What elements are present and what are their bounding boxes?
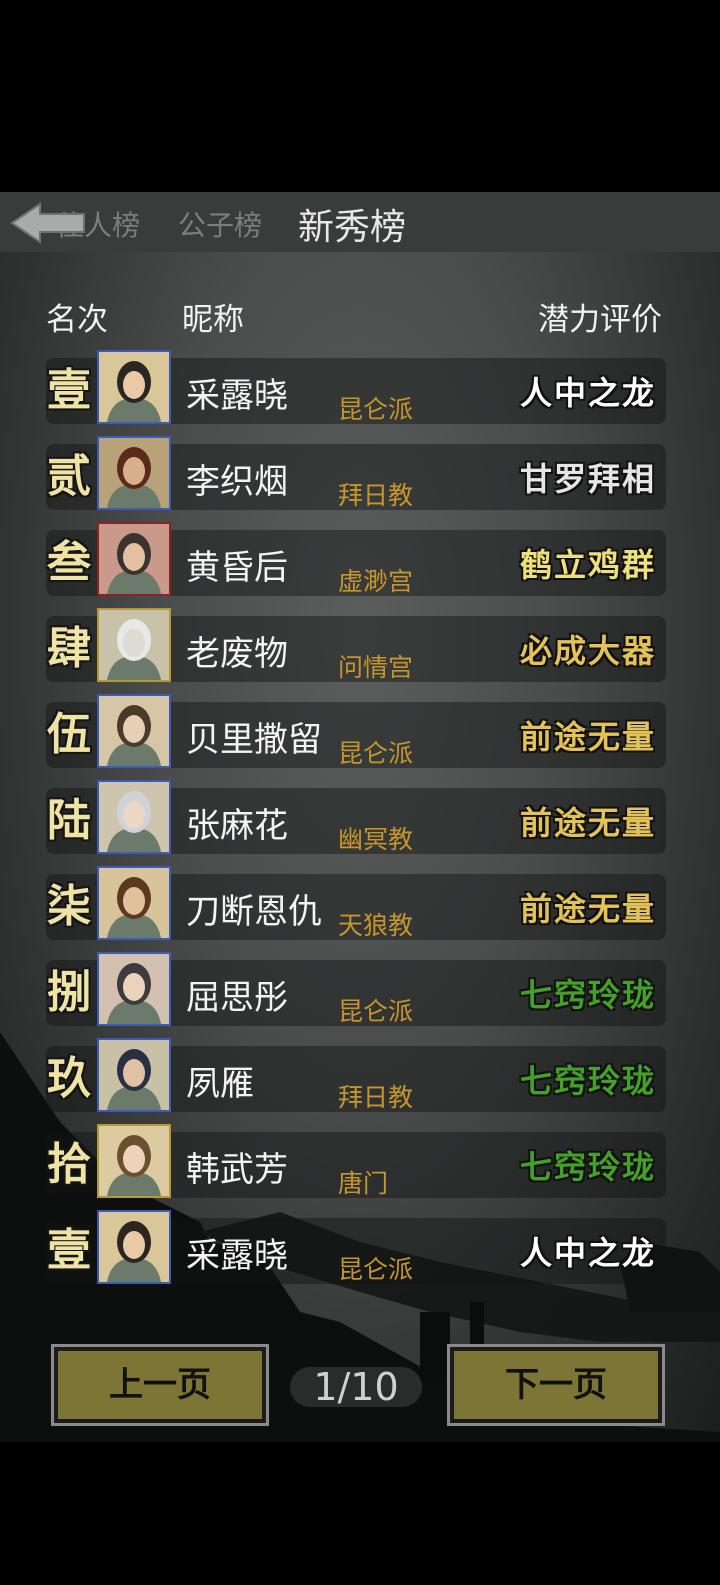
potential-rating: 前途无量	[519, 890, 656, 928]
potential-rating: 甘罗拜相	[519, 460, 656, 498]
character-portrait-icon[interactable]	[97, 350, 171, 424]
ranking-row[interactable]: 陆 张麻花 幽冥教 前途无量	[46, 780, 666, 854]
column-header-nickname: 昵称	[182, 302, 244, 338]
sect-label: 拜日教	[338, 1083, 414, 1112]
character-portrait-icon[interactable]	[97, 780, 171, 854]
ranking-row[interactable]: 拾 韩武芳 唐门 七窍玲珑	[46, 1124, 666, 1198]
rank-numeral: 肆	[47, 623, 91, 674]
column-header-rank: 名次	[46, 302, 108, 338]
rank-numeral: 壹	[47, 365, 91, 416]
player-name: 屈思彤	[186, 978, 288, 1018]
potential-rating: 七窍玲珑	[519, 976, 656, 1014]
potential-rating: 人中之龙	[519, 1234, 656, 1272]
character-portrait-icon[interactable]	[97, 522, 171, 596]
player-name: 黄昏后	[186, 548, 288, 588]
rank-numeral: 陆	[47, 795, 91, 846]
character-portrait-icon[interactable]	[97, 608, 171, 682]
character-portrait-icon[interactable]	[97, 952, 171, 1026]
column-header-potential: 潜力评价	[538, 302, 662, 338]
sect-label: 拜日教	[338, 481, 414, 510]
ranking-row[interactable]: 捌 屈思彤 昆仑派 七窍玲珑	[46, 952, 666, 1026]
sect-label: 天狼教	[338, 911, 414, 940]
ranking-row[interactable]: 壹 采露晓 昆仑派 人中之龙	[46, 350, 666, 424]
potential-rating: 前途无量	[519, 718, 656, 756]
tab-bar: 佳人榜 公子榜 新秀榜	[0, 192, 720, 252]
potential-rating: 鹤立鸡群	[519, 546, 656, 584]
ranking-row[interactable]: 肆 老废物 问情宫 必成大器	[46, 608, 666, 682]
ranking-row[interactable]: 叁 黄昏后 虚渺宫 鹤立鸡群	[46, 522, 666, 596]
sect-label: 虚渺宫	[338, 567, 414, 596]
player-name: 刀断恩仇	[186, 892, 322, 932]
rank-numeral: 叁	[47, 537, 91, 588]
sect-label: 幽冥教	[338, 825, 414, 854]
prev-page-button[interactable]: 上一页	[51, 1344, 269, 1426]
player-name: 贝里撒留	[186, 720, 322, 760]
player-name: 采露晓	[186, 1236, 288, 1276]
next-page-button[interactable]: 下一页	[447, 1344, 665, 1426]
ranking-row[interactable]: 柒 刀断恩仇 天狼教 前途无量	[46, 866, 666, 940]
rank-numeral: 拾	[47, 1139, 91, 1190]
player-name: 夙雁	[186, 1064, 254, 1104]
sect-label: 昆仑派	[338, 395, 414, 424]
character-portrait-icon[interactable]	[97, 1038, 171, 1112]
potential-rating: 七窍玲珑	[519, 1148, 656, 1186]
character-portrait-icon[interactable]	[97, 1124, 171, 1198]
rank-numeral: 柒	[47, 881, 91, 932]
player-name: 韩武芳	[186, 1150, 288, 1190]
potential-rating: 人中之龙	[519, 374, 656, 412]
rank-numeral: 捌	[47, 967, 91, 1018]
potential-rating: 七窍玲珑	[519, 1062, 656, 1100]
sect-label: 昆仑派	[338, 997, 414, 1026]
ranking-panel: 佳人榜 公子榜 新秀榜 名次 昵称 潜力评价 壹采露晓 昆仑派 人中之龙贰李织烟 拜日…	[0, 192, 720, 1442]
rank-numeral: 玖	[47, 1053, 91, 1104]
sect-label: 昆仑派	[338, 739, 414, 768]
character-portrait-icon[interactable]	[97, 436, 171, 510]
sect-label: 问情宫	[338, 653, 414, 682]
player-name: 张麻花	[186, 806, 288, 846]
ranking-row[interactable]: 玖 夙雁 拜日教 七窍玲珑	[46, 1038, 666, 1112]
page-indicator: 1/10	[290, 1367, 422, 1407]
sect-label: 昆仑派	[338, 1255, 414, 1284]
potential-rating: 前途无量	[519, 804, 656, 842]
rank-numeral: 伍	[47, 709, 91, 760]
tab-gentleman[interactable]: 公子榜	[178, 204, 262, 244]
character-portrait-icon[interactable]	[97, 1210, 171, 1284]
character-portrait-icon[interactable]	[97, 694, 171, 768]
ranking-row[interactable]: 伍 贝里撒留 昆仑派 前途无量	[46, 694, 666, 768]
sect-label: 唐门	[338, 1169, 389, 1198]
tab-rookie[interactable]: 新秀榜	[298, 198, 406, 250]
potential-rating: 必成大器	[519, 632, 656, 670]
player-name: 采露晓	[186, 376, 288, 416]
back-arrow-icon[interactable]	[8, 200, 88, 246]
player-name: 李织烟	[186, 462, 288, 502]
ranking-row[interactable]: 贰 李织烟 拜日教 甘罗拜相	[46, 436, 666, 510]
rank-numeral: 贰	[47, 451, 91, 502]
rank-numeral: 壹	[47, 1225, 91, 1276]
player-name: 老废物	[186, 634, 288, 674]
character-portrait-icon[interactable]	[97, 866, 171, 940]
ranking-row[interactable]: 壹 采露晓 昆仑派 人中之龙	[46, 1210, 666, 1284]
